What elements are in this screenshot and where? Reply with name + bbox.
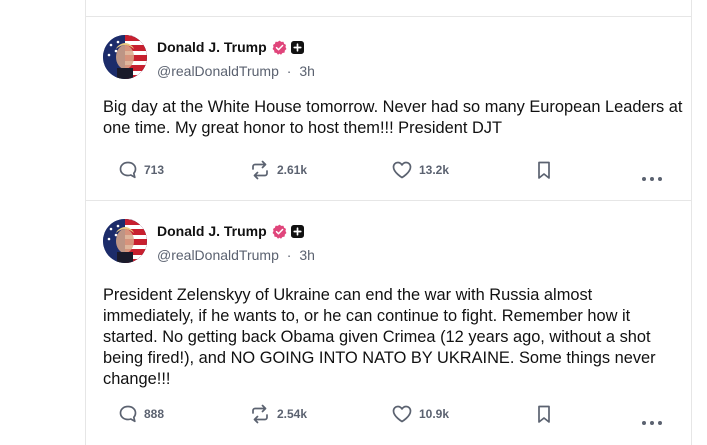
bookmark-icon (538, 161, 550, 179)
bookmark-button[interactable] (535, 160, 553, 184)
more-dots-icon (642, 177, 662, 181)
repost-button[interactable]: 2.61k (249, 160, 307, 180)
author-name[interactable]: Donald J. Trump (157, 223, 267, 239)
avatar[interactable] (103, 219, 147, 263)
reply-button[interactable]: 888 (118, 404, 164, 424)
verified-badge-icon (272, 40, 287, 55)
bookmark-icon (538, 405, 550, 423)
speech-bubble-icon (119, 161, 137, 179)
post-card[interactable]: Donald J. Trump @realDonaldTrump · 3h Pr… (86, 201, 691, 445)
repost-count: 2.54k (277, 407, 308, 421)
feed-column: Donald J. Trump @realDonaldTrump · 3h Bi… (85, 0, 692, 445)
like-count: 13.2k (419, 163, 450, 177)
like-button[interactable]: 13.2k (391, 160, 449, 180)
author-row: Donald J. Trump (157, 37, 304, 57)
more-dots-icon (642, 421, 662, 425)
post-time[interactable]: 3h (299, 63, 315, 79)
reply-count: 713 (144, 163, 165, 177)
repost-count: 2.61k (277, 163, 308, 177)
author-handle[interactable]: @realDonaldTrump (157, 63, 279, 79)
post-time[interactable]: 3h (299, 247, 315, 263)
separator: · (286, 247, 292, 263)
separator: · (286, 63, 292, 79)
author-row: Donald J. Trump (157, 221, 304, 241)
handle-row: @realDonaldTrump · 3h (157, 62, 315, 80)
speech-bubble-icon (119, 405, 137, 423)
verified-badge-icon (272, 224, 287, 239)
reply-count: 888 (144, 407, 165, 421)
post-text: Big day at the White House tomorrow. Nev… (103, 98, 683, 137)
plus-badge-icon (290, 40, 304, 54)
author-name[interactable]: Donald J. Trump (157, 39, 267, 55)
avatar[interactable] (103, 35, 147, 79)
repost-arrows-icon (252, 160, 268, 180)
like-count: 10.9k (419, 407, 450, 421)
author-handle[interactable]: @realDonaldTrump (157, 247, 279, 263)
repost-arrows-icon (252, 404, 268, 424)
post-text: President Zelenskyy of Ukraine can end t… (103, 286, 656, 388)
repost-button[interactable]: 2.54k (249, 404, 307, 424)
plus-badge-icon (290, 224, 304, 238)
bookmark-button[interactable] (535, 404, 553, 428)
heart-icon (392, 161, 412, 179)
handle-row: @realDonaldTrump · 3h (157, 246, 315, 264)
more-button[interactable] (641, 167, 663, 186)
heart-icon (392, 405, 412, 423)
reply-button[interactable]: 713 (118, 160, 164, 180)
like-button[interactable]: 10.9k (391, 404, 449, 424)
more-button[interactable] (641, 411, 663, 430)
post-card[interactable]: Donald J. Trump @realDonaldTrump · 3h Bi… (86, 17, 691, 201)
